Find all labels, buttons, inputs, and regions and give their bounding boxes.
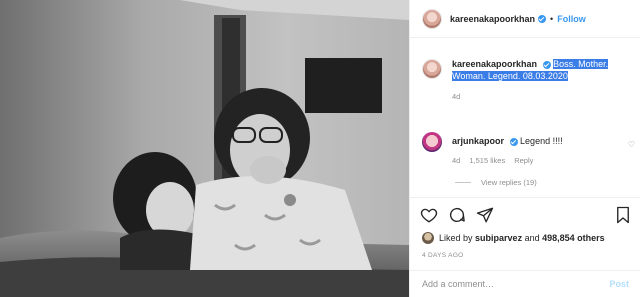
add-comment-bar: Post — [410, 270, 640, 297]
commenter-username[interactable]: arjunkapoor — [452, 136, 504, 146]
caption-username[interactable]: kareenakapoorkhan — [452, 59, 537, 69]
comment-likes[interactable]: 1,515 likes — [469, 156, 505, 165]
view-replies-link[interactable]: View replies (19) — [455, 178, 537, 187]
post-comment-button[interactable]: Post — [609, 279, 629, 289]
replies-divider — [455, 182, 471, 183]
caption-author-avatar[interactable] — [422, 59, 442, 79]
post-sidebar: kareenakapoorkhan • Follow kareenakapoor… — [409, 0, 640, 297]
liker-username[interactable]: subiparvez — [475, 233, 522, 243]
bookmark-icon[interactable] — [615, 206, 631, 224]
comment-age[interactable]: 4d — [452, 156, 460, 165]
likes-others[interactable]: 498,854 others — [542, 233, 605, 243]
likes-conj: and — [524, 233, 540, 243]
author-username[interactable]: kareenakapoorkhan — [450, 14, 535, 24]
add-comment-input[interactable] — [422, 279, 610, 289]
post-photo[interactable] — [0, 0, 409, 297]
follow-button[interactable]: Follow — [557, 14, 586, 24]
likes-line: Liked by subiparvez and 498,854 others — [422, 232, 605, 244]
post-header: kareenakapoorkhan • Follow — [410, 0, 640, 38]
paper-plane-icon[interactable] — [476, 206, 494, 224]
post-timestamp[interactable]: 4 DAYS AGO — [422, 252, 464, 259]
liker-avatar[interactable] — [422, 232, 434, 244]
verified-badge-icon — [538, 14, 547, 23]
verified-badge-icon — [542, 60, 551, 69]
small-heart-icon[interactable]: ♡ — [628, 140, 635, 149]
heart-icon[interactable] — [420, 206, 438, 224]
comment-bubble-icon[interactable] — [448, 206, 466, 224]
caption-text-block: kareenakapoorkhan Boss. Mother. Woman. L… — [452, 58, 632, 82]
separator-dot: • — [550, 13, 554, 24]
likes-prefix: Liked by — [439, 233, 473, 243]
author-avatar[interactable] — [422, 8, 442, 29]
comment-text: Legend !!!! — [520, 136, 563, 146]
reply-button[interactable]: Reply — [514, 156, 533, 165]
caption-age[interactable]: 4d — [452, 92, 632, 101]
commenter-avatar[interactable] — [422, 132, 442, 152]
view-replies-label: View replies (19) — [481, 178, 537, 187]
verified-badge-icon — [509, 137, 518, 146]
post-caption: kareenakapoorkhan Boss. Mother. Woman. L… — [422, 58, 632, 101]
comment-item: arjunkapoor Legend !!!! 4d 1,515 likes R… — [422, 132, 637, 165]
